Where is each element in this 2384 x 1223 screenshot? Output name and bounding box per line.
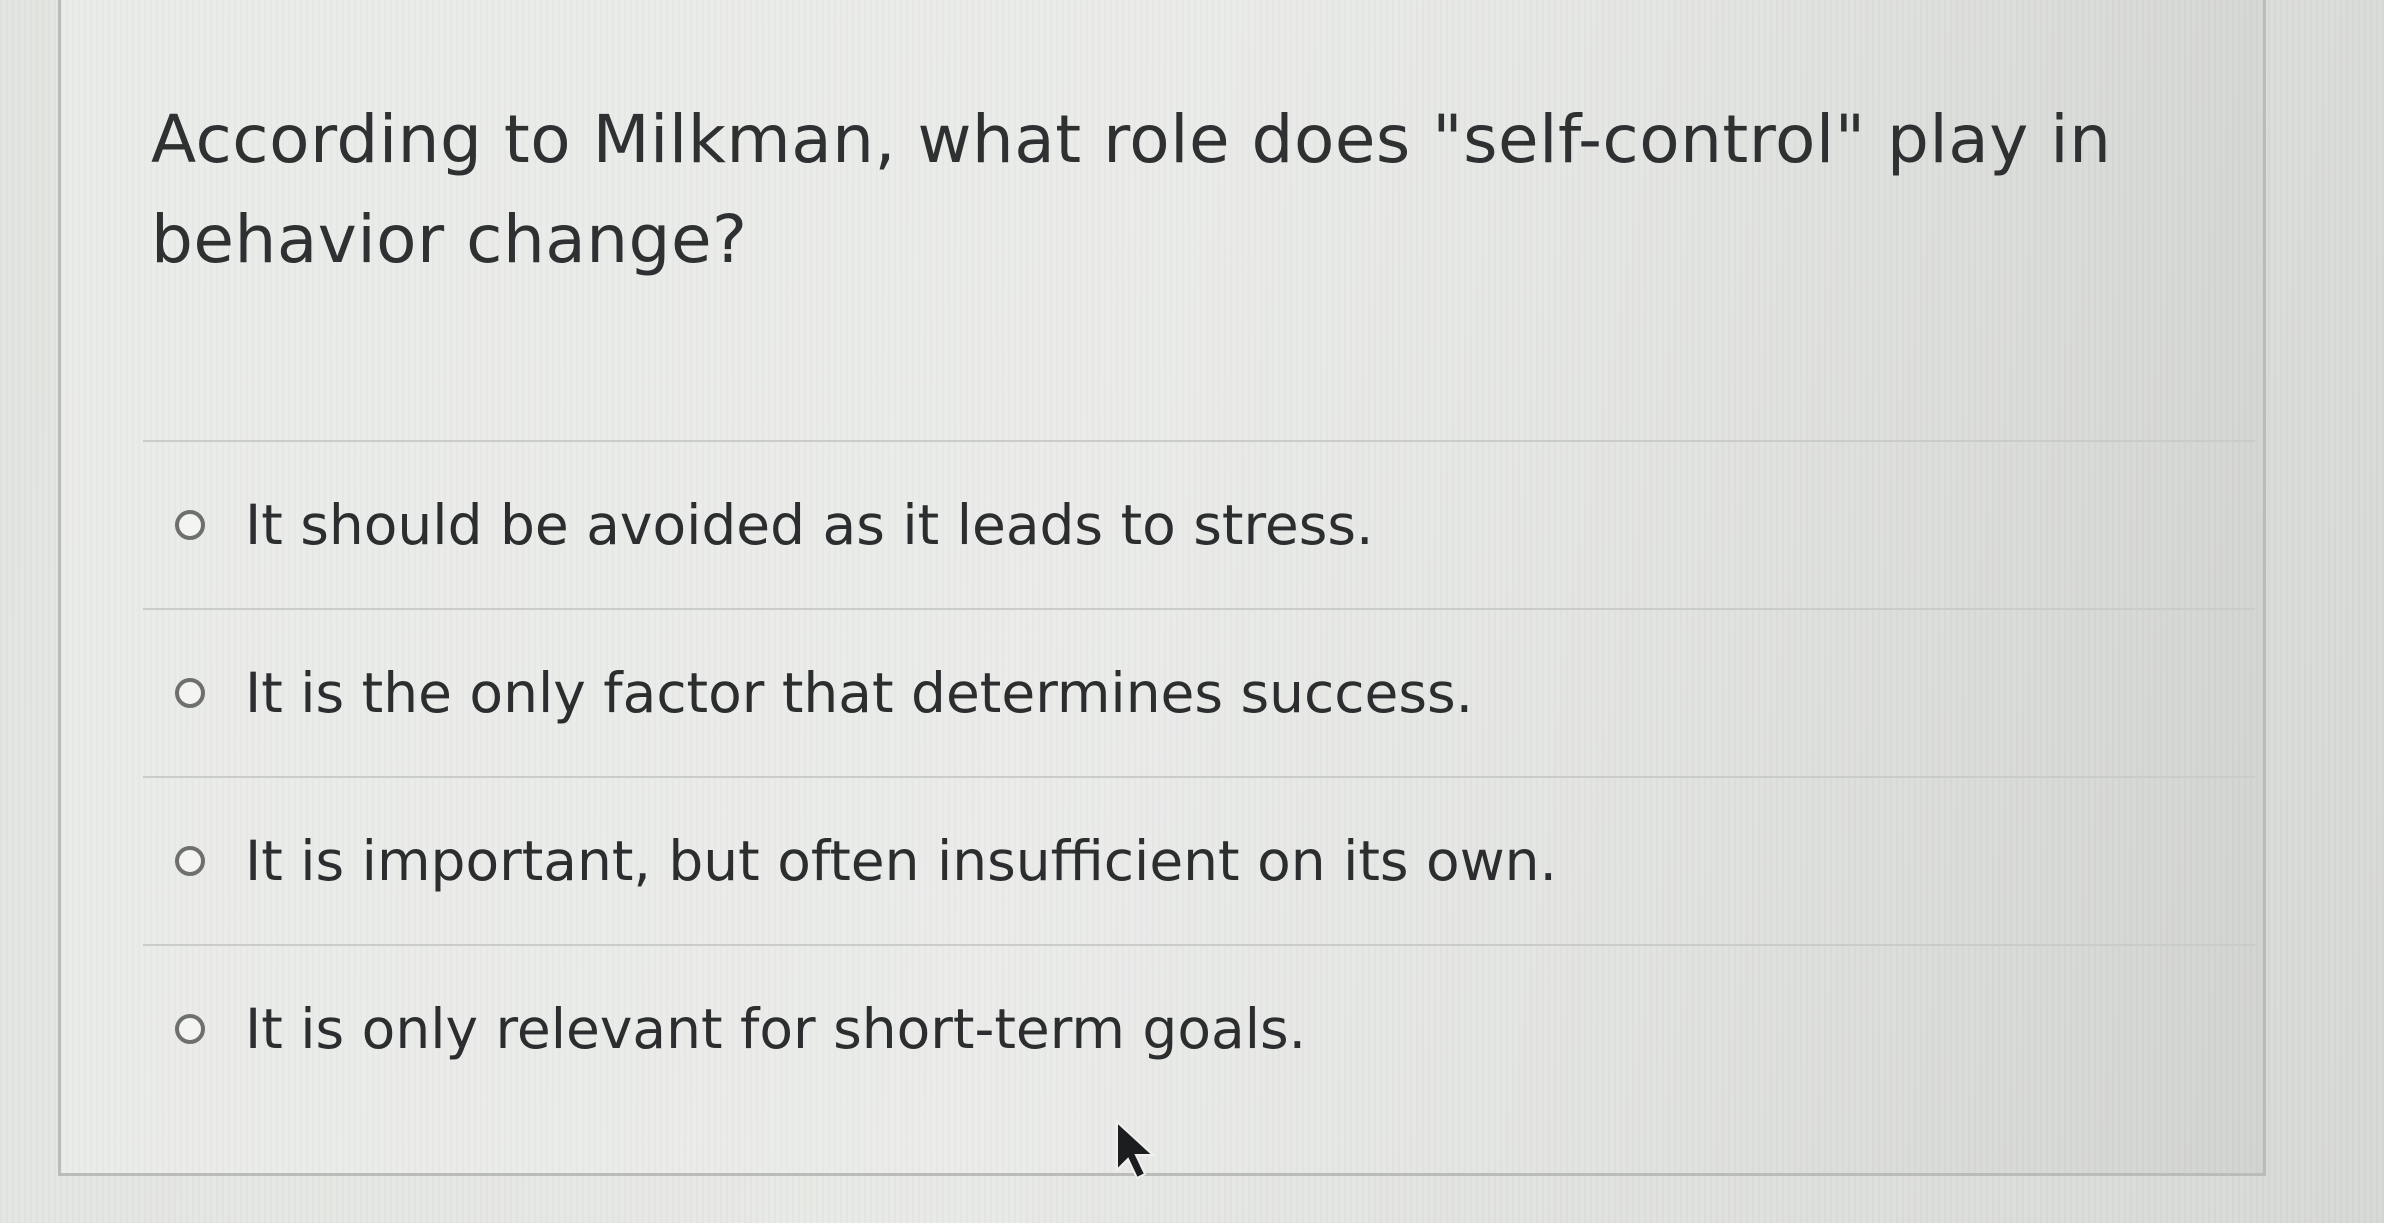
radio-unchecked-icon[interactable] — [175, 510, 205, 540]
answer-option-2[interactable]: It is the only factor that determines su… — [143, 610, 2255, 776]
answer-label: It should be avoided as it leads to stre… — [245, 493, 1374, 557]
answer-option-4[interactable]: It is only relevant for short-term goals… — [143, 946, 2255, 1112]
answer-list: It should be avoided as it leads to stre… — [143, 440, 2255, 1112]
mouse-pointer-icon — [1116, 1120, 1156, 1180]
screen: According to Milkman, what role does "se… — [0, 0, 2384, 1223]
answer-label: It is important, but often insufficient … — [245, 829, 1558, 893]
answer-label: It is only relevant for short-term goals… — [245, 997, 1307, 1061]
answer-label: It is the only factor that determines su… — [245, 661, 1474, 725]
answer-option-1[interactable]: It should be avoided as it leads to stre… — [143, 442, 2255, 608]
radio-unchecked-icon[interactable] — [175, 678, 205, 708]
question-text: According to Milkman, what role does "se… — [151, 101, 2112, 278]
answer-option-3[interactable]: It is important, but often insufficient … — [143, 778, 2255, 944]
question-card: According to Milkman, what role does "se… — [58, 0, 2266, 1176]
radio-unchecked-icon[interactable] — [175, 846, 205, 876]
radio-unchecked-icon[interactable] — [175, 1014, 205, 1044]
